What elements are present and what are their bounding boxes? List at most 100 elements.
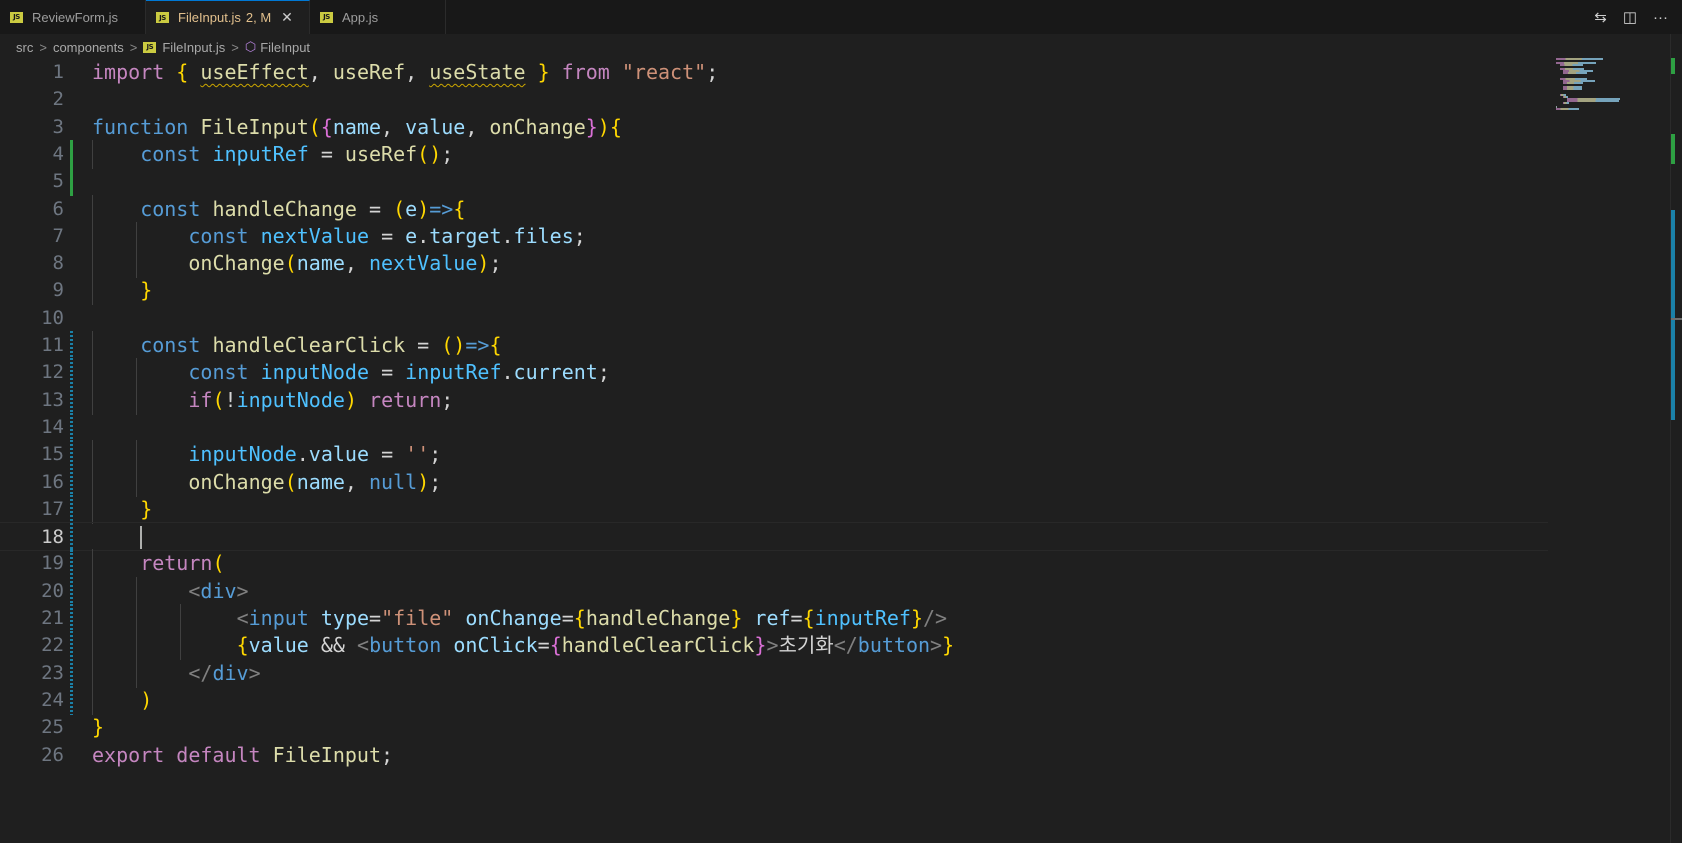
git-modified-gutter-marker[interactable] xyxy=(70,523,73,553)
code-line[interactable]: 3 function FileInput({name, value, onChan… xyxy=(0,113,1548,142)
code-line[interactable]: 17 } xyxy=(0,494,1548,524)
code-text[interactable]: } xyxy=(92,495,152,524)
code-line[interactable]: 13 if(!inputNode) return; xyxy=(0,385,1548,415)
git-modified-gutter-marker[interactable] xyxy=(70,631,73,661)
code-line[interactable]: 11 const handleClearClick = ()=>{ xyxy=(0,331,1548,360)
breadcrumb-file[interactable]: FileInput.js xyxy=(162,40,225,55)
code-line[interactable]: 21 <input type="file" onChange={handleCh… xyxy=(0,604,1548,633)
close-icon[interactable]: ✕ xyxy=(281,9,293,26)
code-line[interactable]: 16 onChange(name, null); xyxy=(0,467,1548,497)
code-text[interactable]: const handleChange = (e)=>{ xyxy=(92,195,465,224)
git-modified-gutter-marker[interactable] xyxy=(70,604,73,633)
code-area[interactable]: 1 import { useEffect, useRef, useState } … xyxy=(0,58,1548,843)
line-number: 22 xyxy=(41,634,64,657)
minimap-line xyxy=(1563,72,1587,74)
tab-label: FileInput.js xyxy=(178,10,241,25)
code-line[interactable]: 25} xyxy=(0,713,1548,742)
line-number: 10 xyxy=(41,306,64,329)
code-text[interactable]: inputNode.value = ''; xyxy=(92,440,441,469)
git-modified-gutter-marker[interactable] xyxy=(70,685,73,715)
code-line[interactable]: 26 export default FileInput; xyxy=(0,741,1548,770)
code-text[interactable]: return( xyxy=(92,549,224,578)
code-text[interactable]: const nextValue = e.target.files; xyxy=(92,222,585,251)
line-number: 11 xyxy=(41,334,64,356)
tab-app[interactable]: JS App.js xyxy=(310,0,446,34)
code-line[interactable]: 19 return( xyxy=(0,549,1548,579)
more-actions-icon[interactable]: ··· xyxy=(1653,9,1668,26)
js-file-icon: JS xyxy=(320,11,333,23)
code-text[interactable]: const inputRef = useRef(); xyxy=(92,140,453,169)
js-file-icon: JS xyxy=(143,41,157,53)
code-line[interactable]: 7 const nextValue = e.target.files; xyxy=(0,221,1548,251)
tab-label: ReviewForm.js xyxy=(32,9,118,25)
minimap[interactable] xyxy=(1548,58,1670,118)
code-text[interactable]: </div> xyxy=(92,659,260,688)
line-number: 26 xyxy=(41,743,64,766)
code-text[interactable]: if(!inputNode) return; xyxy=(92,386,453,415)
git-modified-gutter-marker[interactable] xyxy=(70,358,73,388)
code-line[interactable]: 4 const inputRef = useRef(); xyxy=(0,139,1548,169)
git-modified-gutter-marker[interactable] xyxy=(70,494,73,524)
code-line[interactable]: 22 {value && <button onClick={handleClea… xyxy=(0,631,1548,661)
minimap-line xyxy=(1559,90,1561,92)
code-line[interactable]: 12 const inputNode = inputRef.current; xyxy=(0,358,1548,388)
code-line[interactable]: 20 <div> xyxy=(0,576,1548,606)
git-modified-gutter-marker[interactable] xyxy=(70,549,73,579)
code-line[interactable]: 1 import { useEffect, useRef, useState } … xyxy=(0,58,1548,87)
git-added-gutter-marker[interactable] xyxy=(70,139,73,169)
code-line[interactable]: 6 const handleChange = (e)=>{ xyxy=(0,194,1548,224)
code-text[interactable]: import { useEffect, useRef, useState } f… xyxy=(92,58,718,87)
code-text[interactable]: ) xyxy=(92,686,152,715)
code-line[interactable]: 2 xyxy=(0,85,1548,114)
split-editor-icon[interactable]: ◫ xyxy=(1623,8,1637,26)
code-line[interactable]: 5 xyxy=(0,167,1548,197)
breadcrumb-components[interactable]: components xyxy=(53,40,124,55)
code-line[interactable]: 23 </div> xyxy=(0,658,1548,688)
code-line[interactable]: 24 ) xyxy=(0,685,1548,715)
scrollbar-added-marker xyxy=(1671,134,1675,164)
line-number: 17 xyxy=(41,497,64,520)
code-text[interactable]: <input type="file" onChange={handleChang… xyxy=(92,604,948,633)
editor-tab-bar: JS ReviewForm.js JS FileInput.js 2, M ✕ … xyxy=(0,0,1682,35)
git-modified-gutter-marker[interactable] xyxy=(70,658,73,688)
code-text[interactable]: <div> xyxy=(92,577,248,606)
line-number: 8 xyxy=(52,252,64,275)
scrollbar-slider[interactable] xyxy=(1671,318,1682,320)
git-modified-gutter-marker[interactable] xyxy=(70,467,73,497)
code-text[interactable]: {value && <button onClick={handleClearCl… xyxy=(92,631,955,660)
git-modified-gutter-marker[interactable] xyxy=(70,576,73,606)
git-modified-gutter-marker[interactable] xyxy=(70,385,73,415)
breadcrumb-src[interactable]: src xyxy=(16,40,33,55)
code-text[interactable]: const inputNode = inputRef.current; xyxy=(92,358,610,387)
code-text[interactable]: onChange(name, nextValue); xyxy=(92,249,501,278)
git-added-gutter-marker[interactable] xyxy=(70,167,73,197)
scrollbar-added-marker xyxy=(1671,58,1675,74)
chevron-right-icon: > xyxy=(39,39,47,55)
code-text[interactable]: const handleClearClick = ()=>{ xyxy=(92,331,501,360)
tab-reviewform[interactable]: JS ReviewForm.js xyxy=(0,0,146,34)
git-modified-gutter-marker[interactable] xyxy=(70,440,73,470)
minimap-line xyxy=(1559,74,1561,76)
code-text[interactable]: export default FileInput; xyxy=(92,741,393,770)
text-cursor xyxy=(140,526,142,550)
code-text[interactable]: } xyxy=(92,276,152,305)
git-modified-gutter-marker[interactable] xyxy=(70,331,73,360)
code-text[interactable]: onChange(name, null); xyxy=(92,468,441,497)
line-number: 23 xyxy=(41,661,64,684)
minimap-line xyxy=(1563,82,1583,84)
code-line[interactable]: 14 xyxy=(0,412,1548,442)
git-modified-gutter-marker[interactable] xyxy=(70,412,73,442)
git-compare-icon[interactable]: ⇆ xyxy=(1594,8,1607,26)
breadcrumb-symbol[interactable]: FileInput xyxy=(260,40,310,55)
code-text[interactable]: } xyxy=(92,713,104,742)
tab-fileinput[interactable]: JS FileInput.js 2, M ✕ xyxy=(146,0,310,34)
code-line[interactable]: 18 xyxy=(0,522,1548,553)
code-line[interactable]: 10 xyxy=(0,304,1548,333)
code-line[interactable]: 15 inputNode.value = ''; xyxy=(0,440,1548,470)
vertical-scrollbar[interactable] xyxy=(1670,34,1682,843)
line-number: 25 xyxy=(41,716,64,739)
minimap-line xyxy=(1559,104,1561,106)
code-text[interactable]: function FileInput({name, value, onChang… xyxy=(92,113,622,142)
code-line[interactable]: 8 onChange(name, nextValue); xyxy=(0,249,1548,279)
code-line[interactable]: 9 } xyxy=(0,276,1548,306)
